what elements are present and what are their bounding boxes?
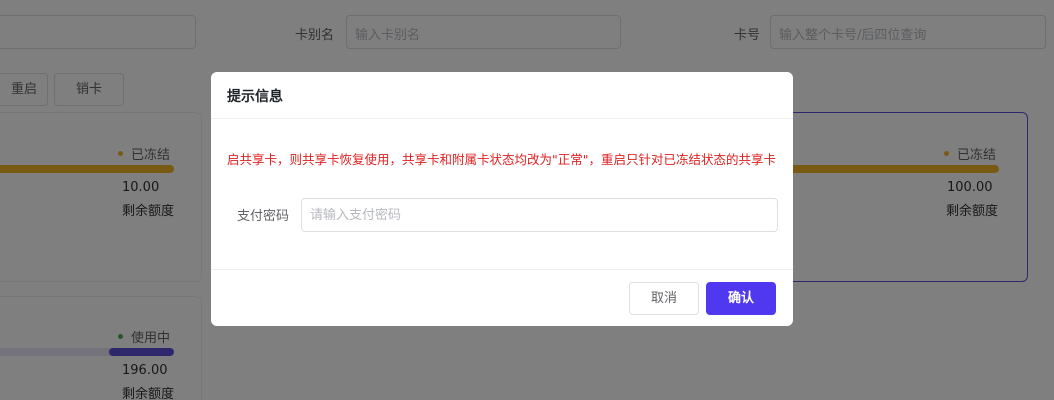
- payment-password-label: 支付密码: [237, 209, 290, 224]
- dialog-title: 提示信息: [227, 89, 283, 105]
- restart-confirm-dialog: 提示信息 启共享卡，则共享卡恢复使用，共享卡和附属卡状态均改为"正常"，重启只针…: [211, 72, 793, 326]
- confirm-button[interactable]: 确认: [706, 282, 776, 315]
- dialog-footer: 取消 确认: [211, 269, 793, 326]
- dialog-notice: 启共享卡，则共享卡恢复使用，共享卡和附属卡状态均改为"正常"，重启只针对已冻结状…: [227, 152, 777, 167]
- payment-password-input[interactable]: [301, 198, 778, 232]
- dialog-header: 提示信息: [211, 72, 793, 119]
- cancel-button[interactable]: 取消: [629, 282, 699, 315]
